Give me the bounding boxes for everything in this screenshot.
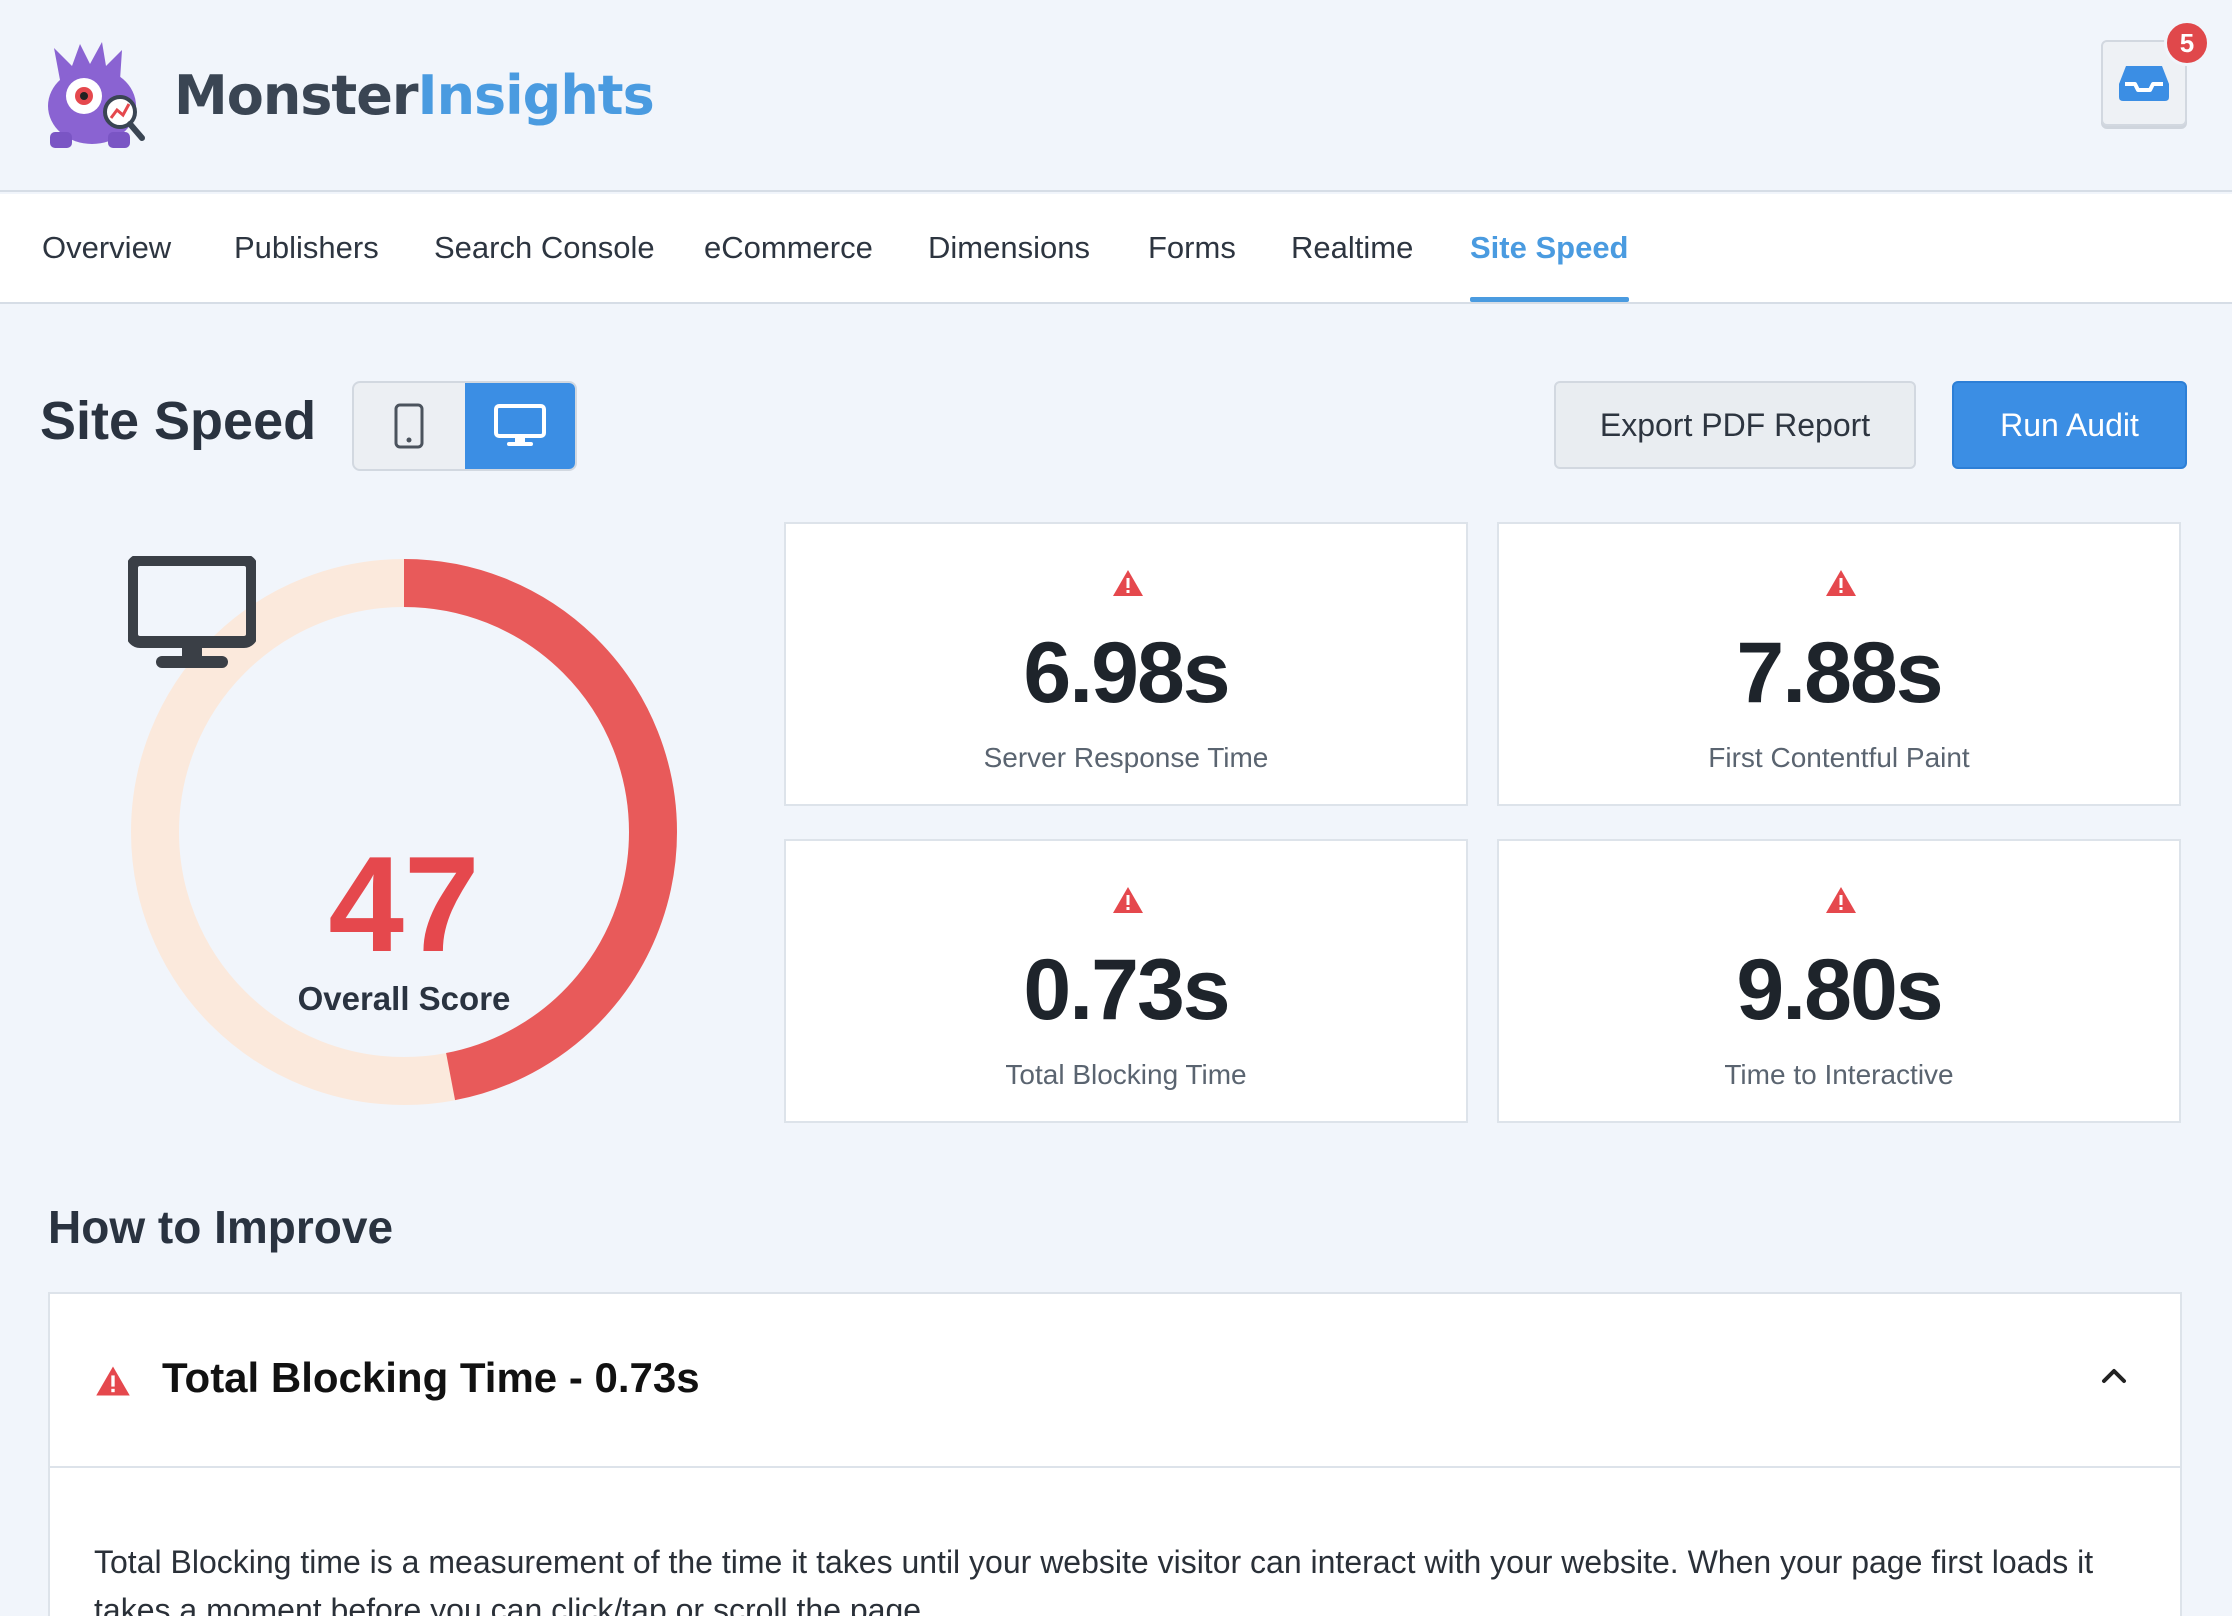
warning-icon xyxy=(1113,887,1143,913)
metric-label: Total Blocking Time xyxy=(1005,1059,1247,1090)
overall-score-value: 47 xyxy=(328,828,480,980)
report-tabs: Overview Publishers Search Console eComm… xyxy=(0,194,2232,304)
tab-ecommerce[interactable]: eCommerce xyxy=(704,194,873,302)
mobile-icon xyxy=(394,403,424,449)
mobile-toggle-button[interactable] xyxy=(354,383,465,469)
chevron-up-icon[interactable] xyxy=(2100,1366,2128,1386)
warning-icon xyxy=(1113,570,1143,596)
brand-name-part2: Insights xyxy=(417,63,655,127)
accordion-body: Total Blocking time is a measurement of … xyxy=(94,1544,2094,1616)
tab-overview[interactable]: Overview xyxy=(42,194,171,302)
warning-icon xyxy=(96,1366,130,1396)
metric-value: 0.73s xyxy=(1023,942,1230,1038)
warning-icon xyxy=(1826,887,1856,913)
app-header: MonsterInsights 5 xyxy=(0,0,2232,192)
improvement-accordion: Total Blocking Time - 0.73s Total Blocki… xyxy=(48,1292,2182,1616)
metric-value: 9.80s xyxy=(1736,942,1943,1038)
metric-value: 6.98s xyxy=(1023,625,1230,721)
page-title: Site Speed xyxy=(40,391,317,451)
metric-card-total-blocking-time: 0.73s Total Blocking Time xyxy=(784,839,1468,1123)
metric-value: 7.88s xyxy=(1736,625,1943,721)
tab-forms[interactable]: Forms xyxy=(1148,194,1236,302)
accordion-header[interactable]: Total Blocking Time - 0.73s xyxy=(50,1294,2180,1468)
brand-name: MonsterInsights xyxy=(174,63,655,127)
tab-realtime[interactable]: Realtime xyxy=(1291,194,1413,302)
tab-site-speed[interactable]: Site Speed xyxy=(1470,194,1629,302)
desktop-monitor-icon xyxy=(128,556,256,668)
tab-search-console[interactable]: Search Console xyxy=(434,194,655,302)
run-audit-button[interactable]: Run Audit xyxy=(1952,381,2187,469)
metric-label: Time to Interactive xyxy=(1724,1059,1954,1090)
brand-name-part1: Monster xyxy=(174,63,418,127)
export-pdf-button[interactable]: Export PDF Report xyxy=(1554,381,1916,469)
brand-logo[interactable]: MonsterInsights xyxy=(40,40,655,150)
metric-card-server-response: 6.98s Server Response Time xyxy=(784,522,1468,806)
notification-count-badge: 5 xyxy=(2164,20,2210,66)
overall-score-label: Overall Score xyxy=(297,980,511,1017)
overall-score-gauge: 47 Overall Score xyxy=(128,556,680,1108)
tab-dimensions[interactable]: Dimensions xyxy=(928,194,1090,302)
desktop-toggle-button[interactable] xyxy=(464,383,575,469)
desktop-icon xyxy=(493,404,546,446)
accordion-title: Total Blocking Time - 0.73s xyxy=(162,1354,700,1401)
tab-publishers[interactable]: Publishers xyxy=(234,194,379,302)
metric-card-first-contentful-paint: 7.88s First Contentful Paint xyxy=(1497,522,2181,806)
device-toggle xyxy=(352,381,577,471)
monster-logo-icon xyxy=(48,42,145,148)
metric-label: Server Response Time xyxy=(983,742,1269,773)
how-to-improve-heading: How to Improve xyxy=(48,1201,394,1253)
metric-label: First Contentful Paint xyxy=(1708,742,1970,773)
metric-card-time-to-interactive: 9.80s Time to Interactive xyxy=(1497,839,2181,1123)
warning-icon xyxy=(1826,570,1856,596)
inbox-icon xyxy=(2119,66,2169,101)
